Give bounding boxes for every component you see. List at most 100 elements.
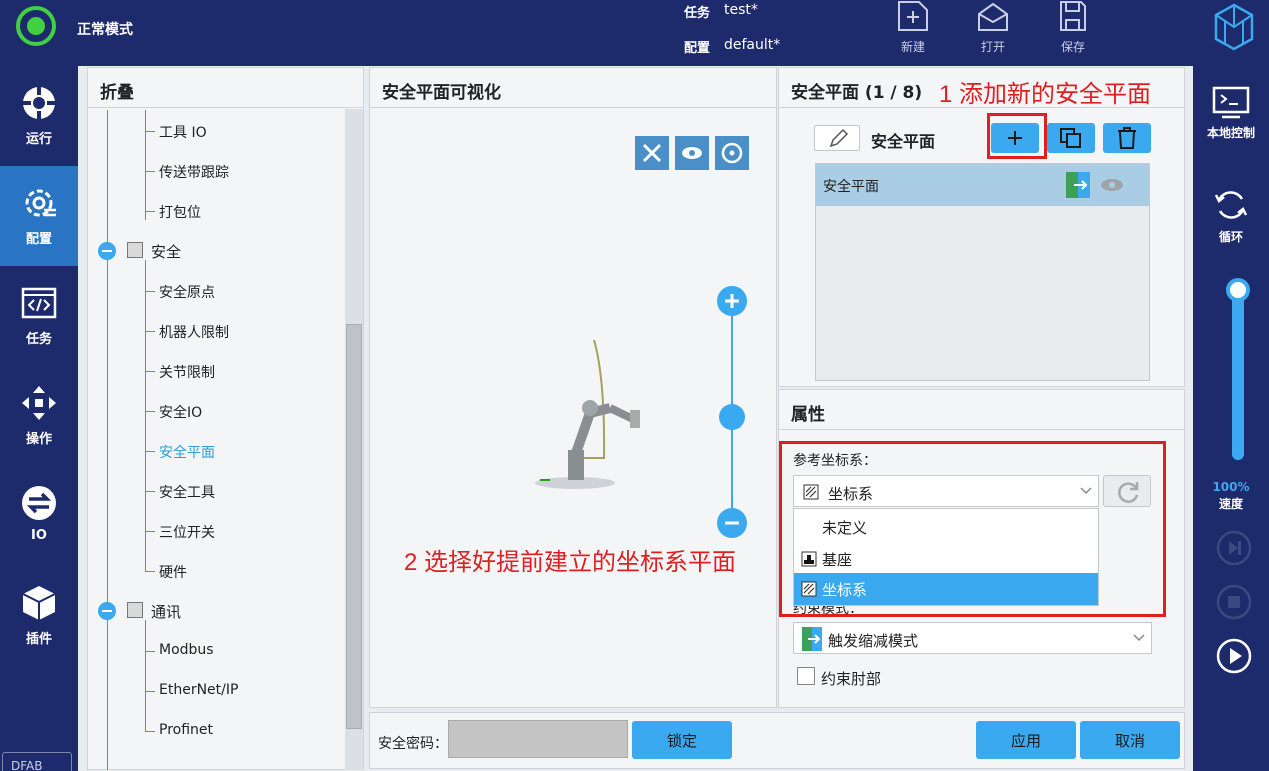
tree-line [145,571,155,572]
copy-plane-button[interactable] [1047,123,1095,153]
nav-config[interactable]: 配置 [0,166,78,266]
tree-line [145,291,155,292]
minus-icon [725,521,739,525]
open-folder-icon [978,2,1008,31]
constrain-elbow-label: 约束肘部 [821,670,882,688]
save-button-label: 保存 [1060,40,1085,54]
nav-plugin[interactable]: 插件 [0,566,78,666]
reset-view-button[interactable] [715,136,749,170]
tree-line [145,491,155,492]
tree-item-safety-tool[interactable]: 安全工具 [159,482,215,502]
nav-io[interactable]: IO [0,466,78,566]
brand-logo-icon [1214,3,1254,51]
tree-item-ethernet-ip[interactable]: EtherNet/IP [159,682,238,698]
delete-plane-button[interactable] [1103,123,1151,153]
tree-item-tool-io[interactable]: 工具 IO [159,122,207,142]
nav-run-label: 运行 [25,132,52,147]
tree-group-safety[interactable]: 安全 [151,241,181,262]
speed-slider-knob[interactable] [1226,278,1250,302]
zoom-out-button[interactable] [717,508,747,538]
tree-item-joint-limits[interactable]: 关节限制 [159,362,215,382]
terminal-icon [1212,86,1250,119]
eye-icon[interactable] [1100,176,1124,194]
shield-icon [127,242,143,258]
brand-label: DFAB [2,752,72,771]
io-exchange-icon [22,486,56,520]
highlight-ref-frame [779,441,1166,617]
zoom-slider-knob[interactable] [719,404,745,430]
collapse-comm-icon[interactable] [98,602,116,620]
tree-item-three-position-switch[interactable]: 三位开关 [159,522,215,542]
visibility-button[interactable] [675,136,709,170]
config-value: default* [724,37,781,53]
tree-item-safety-plane[interactable]: 安全平面 [159,442,215,462]
save-button[interactable]: 保存 [1043,0,1103,60]
apply-button[interactable]: 应用 [976,721,1076,759]
cancel-button[interactable]: 取消 [1080,721,1180,759]
rotate-view-icon [721,142,743,164]
open-button[interactable]: 打开 [963,0,1023,60]
task-code-icon [21,287,57,319]
speed-value: 100% [1212,480,1250,494]
tree-item-robot-limits[interactable]: 机器人限制 [159,322,229,342]
safety-plane-title: 安全平面 [871,132,936,151]
tree-line [145,531,155,532]
tree-line [107,110,108,770]
wrench-icon [642,143,662,163]
list-item-label: 安全平面 [823,179,879,195]
trigger-reduced-icon [802,627,822,651]
play-button[interactable] [1216,638,1252,674]
safety-plane-panel: 安全平面 (1 / 8) 1 添加新的安全平面 安全平面 安全平面 [778,67,1185,387]
nav-task[interactable]: 任务 [0,266,78,366]
step-button[interactable] [1216,530,1252,566]
open-button-label: 打开 [980,40,1005,54]
tool-view-button[interactable] [635,136,669,170]
lock-button[interactable]: 锁定 [632,721,732,759]
constrain-elbow-checkbox[interactable] [797,667,815,685]
collapse-safety-icon[interactable] [98,242,116,260]
tree-item-safety-io[interactable]: 安全IO [159,402,202,422]
nav-io-label: IO [31,528,47,543]
password-label: 安全密码： [378,736,448,752]
zoom-in-button[interactable] [717,286,747,316]
stop-button[interactable] [1216,584,1252,620]
loop-button[interactable]: 循环 [1193,186,1269,245]
tree-line [145,651,155,652]
new-button[interactable]: 新建 [883,0,943,60]
tree-item-modbus[interactable]: Modbus [159,642,214,658]
robot-arm-model [535,339,640,489]
tree-scroll-thumb[interactable] [346,324,362,729]
constraint-mode-select[interactable]: 触发缩减模式 [793,622,1152,654]
config-key-label: 配置 [684,41,711,56]
rename-button[interactable] [814,125,860,151]
nav-operate[interactable]: 操作 [0,366,78,466]
tree-item-safety-home[interactable]: 安全原点 [159,282,215,302]
tree-collapse-header[interactable]: 折叠 [88,68,363,108]
tree-line [145,131,155,132]
tree-scrollbar[interactable] [345,109,363,770]
tree-line [145,691,155,692]
tree-item-conveyor-tracking[interactable]: 传送带跟踪 [159,162,229,182]
local-control-button[interactable]: 本地控制 [1193,86,1269,141]
tree-line [145,260,146,572]
tree-line [145,371,155,372]
password-input[interactable] [448,720,628,758]
tree-group-communication[interactable]: 通讯 [151,601,181,622]
tree-item-profinet[interactable]: Profinet [159,722,213,738]
annotation-select-frame: 2 选择好提前建立的坐标系平面 [404,549,737,576]
nav-operate-label: 操作 [25,432,52,447]
move-arrows-icon [22,386,56,420]
tree-item-hardware[interactable]: 硬件 [159,562,187,582]
trigger-reduced-icon [1066,172,1090,198]
list-item[interactable]: 安全平面 [816,164,1149,206]
safety-plane-list: 安全平面 [815,163,1150,381]
nav-run[interactable]: 运行 [0,66,78,166]
save-icon [1060,1,1086,31]
tree-line [145,620,146,732]
speed-slider-track[interactable] [1232,290,1244,460]
eye-icon [682,147,702,159]
new-file-icon [898,1,928,31]
tree-item-packing-position[interactable]: 打包位 [159,202,201,222]
properties-header: 属性 [779,390,1184,430]
mode-label: 正常模式 [77,22,133,38]
